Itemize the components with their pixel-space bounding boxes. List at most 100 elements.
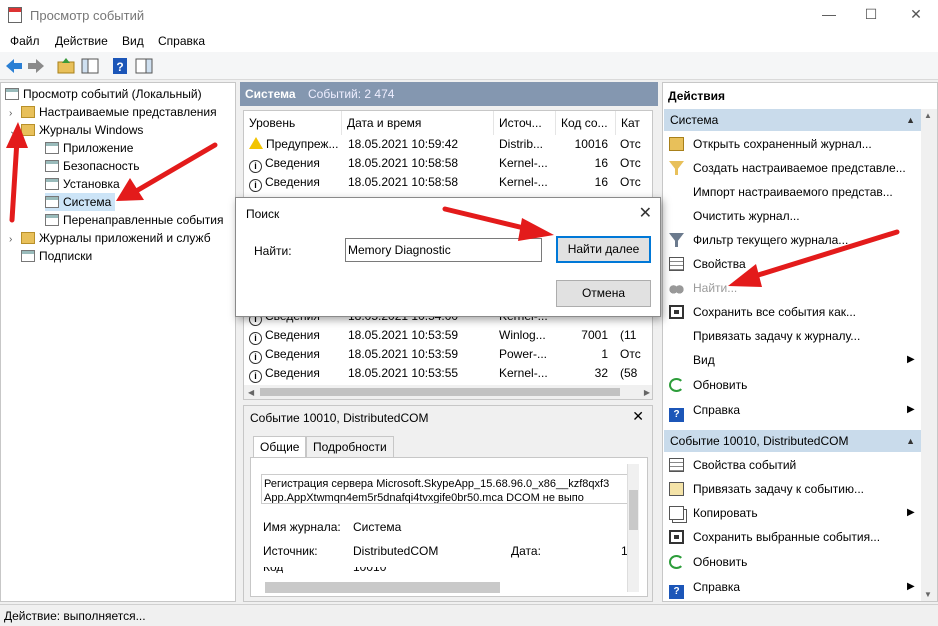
menu-help[interactable]: Справка xyxy=(158,34,205,48)
event-description[interactable]: Регистрация сервера Microsoft.SkypeApp_1… xyxy=(261,474,631,504)
detail-hscrollbar-thumb[interactable] xyxy=(265,582,500,593)
scroll-up-icon[interactable]: ▲ xyxy=(924,111,932,120)
action-refresh[interactable]: Обновить xyxy=(669,374,747,396)
properties-icon xyxy=(669,257,684,271)
action-properties[interactable]: Свойства xyxy=(669,253,746,275)
column-header-date[interactable]: Дата и время xyxy=(342,111,494,135)
tree-item-application[interactable]: Приложение xyxy=(45,139,133,157)
action-create-custom-view[interactable]: Создать настраиваемое представле... xyxy=(669,157,906,179)
tree-item-windows-logs[interactable]: ⌄ Журналы Windows xyxy=(9,121,143,139)
action-import-custom-view[interactable]: Импорт настраиваемого представ... xyxy=(669,181,893,203)
back-arrow-icon[interactable] xyxy=(4,56,24,76)
tree-item-label: Настраиваемые представления xyxy=(39,105,217,119)
detail-vscrollbar-thumb[interactable] xyxy=(629,490,638,530)
scroll-down-icon[interactable]: ▼ xyxy=(924,590,932,599)
table-row[interactable]: i Сведения 18.05.2021 10:58:58 Kernel-...… xyxy=(244,173,652,192)
close-detail-icon[interactable]: ✕ xyxy=(632,408,644,425)
action-copy[interactable]: Копировать ▶ xyxy=(669,502,915,524)
tree-item-label: Журналы Windows xyxy=(39,123,144,137)
maximize-button[interactable]: ☐ xyxy=(860,4,882,24)
tab-details[interactable]: Подробности xyxy=(306,436,394,458)
action-attach-task-to-log[interactable]: Привязать задачу к журналу... xyxy=(669,325,860,347)
tree-item-forwarded-events[interactable]: Перенаправленные события xyxy=(45,211,223,229)
column-header-code[interactable]: Код со... xyxy=(556,111,616,135)
forward-arrow-icon[interactable] xyxy=(26,56,46,76)
close-button[interactable]: ✕ xyxy=(905,4,927,24)
help-icon: ? xyxy=(669,408,684,422)
chevron-right-icon[interactable]: › xyxy=(9,231,21,249)
actions-scrollbar[interactable]: ▲ ▼ xyxy=(921,109,937,601)
find-input[interactable] xyxy=(345,238,542,262)
show-hide-tree-icon[interactable] xyxy=(80,56,100,76)
table-row[interactable]: i Сведения 18.05.2021 10:53:59 Power-... … xyxy=(244,345,652,364)
action-filter-log[interactable]: Фильтр текущего журнала... xyxy=(669,229,848,251)
table-row[interactable]: i Сведения 18.05.2021 10:58:58 Kernel-...… xyxy=(244,154,652,173)
blank-icon xyxy=(669,329,684,343)
find-next-button[interactable]: Найти далее xyxy=(556,236,651,263)
tree-item-label: Безопасность xyxy=(63,159,140,173)
collapse-icon[interactable]: ▲ xyxy=(906,430,915,452)
scrollbar-thumb[interactable] xyxy=(260,388,620,396)
action-refresh-event[interactable]: Обновить xyxy=(669,551,747,573)
column-header-category[interactable]: Кат xyxy=(616,111,652,135)
horizontal-scrollbar[interactable]: ◀ ▶ xyxy=(244,385,652,399)
save-icon xyxy=(669,305,684,319)
action-event-properties[interactable]: Свойства событий xyxy=(669,454,796,476)
cancel-button[interactable]: Отмена xyxy=(556,280,651,307)
tree-item-system[interactable]: Система xyxy=(45,193,116,211)
table-row[interactable]: i Сведения 18.05.2021 10:53:59 Winlog... … xyxy=(244,326,652,345)
action-clear-log[interactable]: Очистить журнал... xyxy=(669,205,800,227)
help-icon[interactable]: ? xyxy=(110,56,130,76)
table-row[interactable]: i Сведения 18.05.2021 10:53:55 Kernel-...… xyxy=(244,364,652,383)
row-source: Distrib... xyxy=(499,137,544,151)
detail-vscrollbar[interactable] xyxy=(627,464,639,592)
collapse-icon[interactable]: ▲ xyxy=(906,109,915,131)
scroll-right-icon[interactable]: ▶ xyxy=(644,388,650,397)
find-dialog: Поиск ✕ Найти: Найти далее Отмена xyxy=(235,197,661,317)
minimize-button[interactable]: — xyxy=(818,4,840,24)
tree-root[interactable]: Просмотр событий (Локальный) xyxy=(5,85,202,103)
actions-pane: Действия Система ▲ Открыть сохраненный жу… xyxy=(662,82,938,602)
action-save-all-events[interactable]: Сохранить все события как... xyxy=(669,301,856,323)
row-source: Kernel-... xyxy=(499,366,548,380)
action-label: Привязать задачу к журналу... xyxy=(693,329,861,343)
menu-action[interactable]: Действие xyxy=(55,34,108,48)
tree-item-app-logs[interactable]: › Журналы приложений и служб xyxy=(9,229,211,247)
action-label: Справка xyxy=(693,580,741,594)
tree-item-setup[interactable]: Установка xyxy=(45,175,120,193)
menu-file[interactable]: Файл xyxy=(10,34,40,48)
action-help[interactable]: ? Справка ▶ xyxy=(669,399,915,422)
action-label: Свойства xyxy=(693,257,746,271)
action-label: Импорт настраиваемого представ... xyxy=(693,185,893,199)
menu-view[interactable]: Вид xyxy=(122,34,144,48)
column-header-level[interactable]: Уровень xyxy=(244,111,342,135)
tab-general[interactable]: Общие xyxy=(253,436,307,458)
tree-item-security[interactable]: Безопасность xyxy=(45,157,140,175)
event-description-line: Регистрация сервера Microsoft.SkypeApp_1… xyxy=(264,478,610,490)
tree-item-label: Перенаправленные события xyxy=(63,213,224,227)
action-help-event[interactable]: ? Справка ▶ xyxy=(669,576,915,599)
action-attach-task-to-event[interactable]: Привязать задачу к событию... xyxy=(669,478,864,500)
tree-item-subscriptions[interactable]: Подписки xyxy=(21,247,92,265)
binoculars-icon xyxy=(669,281,684,295)
tree-item-custom-views[interactable]: › Настраиваемые представления xyxy=(9,103,217,121)
dialog-close-icon[interactable]: ✕ xyxy=(639,203,652,223)
tree-item-label: Установка xyxy=(63,177,120,191)
row-code: 16 xyxy=(594,175,608,189)
up-folder-icon[interactable] xyxy=(56,56,76,76)
task-icon xyxy=(669,482,684,496)
actions-section-system[interactable]: Система ▲ xyxy=(664,109,921,131)
action-find[interactable]: Найти... xyxy=(669,277,737,299)
action-open-saved-log[interactable]: Открыть сохраненный журнал... xyxy=(669,133,872,155)
action-view[interactable]: Вид ▶ xyxy=(669,349,915,371)
table-row[interactable]: Предупреж... 18.05.2021 10:59:42 Distrib… xyxy=(244,135,652,154)
action-save-selected-events[interactable]: Сохранить выбранные события... xyxy=(669,526,880,548)
actions-section-event[interactable]: Событие 10010, DistributedCOM ▲ xyxy=(664,430,921,452)
action-label: Вид xyxy=(693,353,715,367)
column-header-source[interactable]: Источ... xyxy=(494,111,556,135)
row-level: Предупреж... xyxy=(266,137,339,151)
scroll-left-icon[interactable]: ◀ xyxy=(248,388,254,397)
show-hide-action-pane-icon[interactable] xyxy=(134,56,154,76)
event-description-line: App.AppXtwmqn4em5r5dnafqi4tvxgife0br50.m… xyxy=(264,492,584,504)
chevron-down-icon[interactable]: ⌄ xyxy=(9,123,21,141)
